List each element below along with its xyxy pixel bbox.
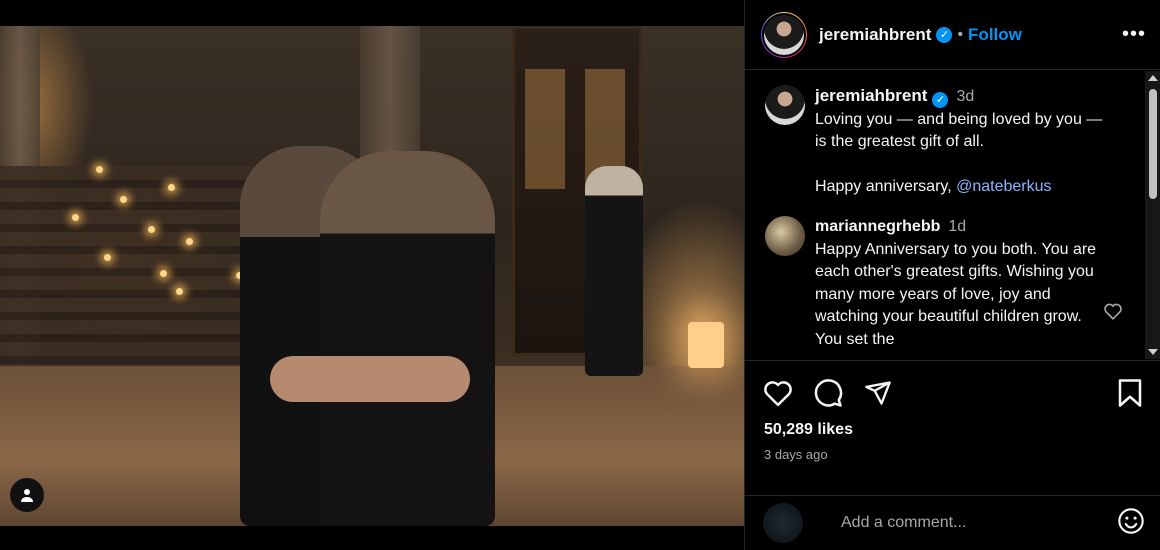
- emoji-picker-icon[interactable]: [1117, 507, 1145, 540]
- comment-item: mariannegrhebb 1d Happy Anniversary to yo…: [765, 216, 1145, 351]
- post-actions-bar: [745, 360, 1160, 424]
- likes-count[interactable]: 50,289 likes: [764, 421, 853, 439]
- comment-body: jeremiahbrent ✓ 3d Loving you — and being …: [815, 85, 1115, 198]
- comment-text: Loving you — and being loved by you — is…: [815, 110, 1103, 151]
- candle: [176, 288, 183, 295]
- add-comment-input[interactable]: [839, 513, 1103, 533]
- commenter-avatar[interactable]: [765, 85, 805, 125]
- like-comment-heart-icon[interactable]: [1103, 302, 1123, 325]
- photo-stairs: [0, 166, 260, 376]
- post-header: jeremiahbrent ✓ • Follow •••: [745, 0, 1160, 70]
- comments-list[interactable]: jeremiahbrent ✓ 3d Loving you — and being …: [745, 71, 1145, 359]
- caption-comment: jeremiahbrent ✓ 3d Loving you — and being …: [765, 85, 1145, 198]
- user-tag-icon[interactable]: [10, 478, 44, 512]
- post-timestamp[interactable]: 3 days ago: [764, 447, 828, 462]
- candle: [186, 238, 193, 245]
- current-user-avatar: [763, 503, 803, 543]
- verified-badge-icon: ✓: [936, 26, 953, 43]
- follow-button[interactable]: Follow: [968, 25, 1022, 45]
- comment-time[interactable]: 3d: [956, 88, 974, 105]
- comments-scrollbar[interactable]: [1145, 71, 1160, 359]
- verified-badge-icon: ✓: [932, 92, 949, 109]
- comment-text: Happy Anniversary to you both. You are e…: [815, 240, 1097, 348]
- author-username[interactable]: jeremiahbrent: [819, 25, 931, 45]
- commenter-avatar[interactable]: [765, 216, 805, 256]
- photo-lamp: [688, 322, 724, 368]
- comment-composer: [745, 495, 1160, 550]
- candle: [148, 226, 155, 233]
- candle: [104, 254, 111, 261]
- candle: [120, 196, 127, 203]
- separator-dot: •: [957, 25, 964, 43]
- author-avatar-ring[interactable]: [761, 11, 807, 58]
- mention-link[interactable]: @nateberkus: [956, 178, 1051, 195]
- author-avatar: [762, 12, 806, 57]
- save-bookmark-icon[interactable]: [1117, 378, 1143, 408]
- share-send-icon[interactable]: [863, 379, 893, 407]
- photo-person-background: [585, 166, 643, 376]
- post-photo[interactable]: [0, 26, 744, 526]
- candle: [72, 214, 79, 221]
- photo-arm: [270, 356, 470, 402]
- candle: [160, 270, 167, 277]
- more-options-icon[interactable]: •••: [1122, 23, 1146, 46]
- comment-time[interactable]: 1d: [948, 218, 966, 235]
- candle: [168, 184, 175, 191]
- comment-body: mariannegrhebb 1d Happy Anniversary to yo…: [815, 216, 1105, 351]
- comment-bubble-icon[interactable]: [813, 378, 843, 408]
- comment-text-prefix: Happy anniversary,: [815, 177, 957, 195]
- scroll-down-arrow-icon[interactable]: [1148, 349, 1158, 355]
- post-media-pane: [0, 0, 744, 550]
- commenter-username[interactable]: jeremiahbrent: [815, 86, 927, 105]
- like-heart-icon[interactable]: [763, 379, 793, 407]
- scroll-up-arrow-icon[interactable]: [1148, 75, 1158, 81]
- post-details-panel: jeremiahbrent ✓ • Follow ••• jeremiahbre…: [744, 0, 1160, 550]
- photo-person: [320, 151, 495, 526]
- commenter-username[interactable]: mariannegrhebb: [815, 218, 940, 235]
- scroll-thumb[interactable]: [1149, 89, 1157, 199]
- comment-text: Happy anniversary, @nateberkus: [815, 176, 1115, 199]
- candle: [96, 166, 103, 173]
